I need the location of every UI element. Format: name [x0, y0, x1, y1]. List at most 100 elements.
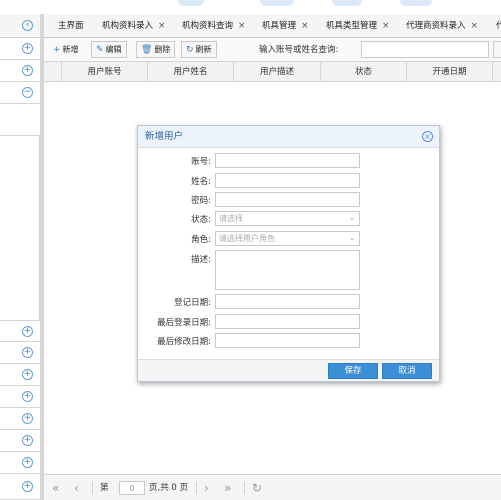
tab-label: 代理商资料录入 — [406, 21, 466, 31]
refresh-button[interactable]: ↻ 刷新 — [181, 41, 217, 58]
sidebar-header: ‹ — [0, 14, 40, 38]
close-circle-icon[interactable]: × — [422, 131, 433, 142]
plus-circle-icon[interactable]: + — [22, 481, 33, 492]
role-label: 角色: — [191, 235, 211, 245]
banner-decoration — [260, 0, 294, 6]
role-select[interactable]: 请选择用户角色 ⌄ — [215, 231, 360, 246]
column-header-description[interactable]: 用户描述 — [233, 62, 320, 82]
sidebar-section[interactable]: + — [0, 408, 40, 430]
banner-decoration — [400, 0, 432, 6]
account-label: 账号: — [191, 157, 211, 167]
add-user-dialog: 新增用户 × 账号: 姓名: 密码: 状态: 请选择 ⌄ 角色: 请选择用户角色… — [137, 125, 440, 382]
search-button[interactable] — [493, 41, 501, 58]
column-header-name[interactable]: 用户姓名 — [147, 62, 233, 82]
column-header-account[interactable]: 用户账号 — [61, 62, 147, 82]
register-date-field[interactable] — [215, 294, 360, 309]
refresh-icon: ↻ — [186, 45, 194, 55]
chevron-left-circle-icon[interactable]: ‹ — [22, 20, 33, 31]
next-page-icon[interactable]: › — [204, 475, 209, 500]
tab-label: 机构资料录入 — [102, 21, 154, 31]
tab-org-query[interactable]: 机构资料查询 × — [182, 14, 246, 38]
password-field[interactable] — [215, 192, 360, 207]
close-icon[interactable]: × — [382, 21, 390, 31]
tab-home[interactable]: 主界面 — [58, 14, 84, 38]
description-field[interactable] — [215, 250, 360, 290]
sidebar-section[interactable]: + — [0, 386, 40, 408]
plus-circle-icon[interactable]: + — [22, 457, 33, 468]
delete-button[interactable]: 🗑 删除 — [136, 41, 176, 58]
account-field[interactable] — [215, 153, 360, 168]
role-placeholder: 请选择用户角色 — [219, 234, 275, 243]
column-header-filler — [492, 62, 501, 82]
close-icon[interactable]: × — [238, 21, 246, 31]
last-login-date-label: 最后登录日期: — [157, 318, 211, 328]
pager-separator — [92, 482, 93, 494]
tab-device-type-mgmt[interactable]: 机具类型管理 × — [326, 14, 390, 38]
sidebar-section[interactable]: + — [0, 474, 40, 500]
name-field[interactable] — [215, 173, 360, 188]
sidebar-section[interactable]: + — [0, 452, 40, 474]
dialog-title: 新增用户 — [145, 131, 184, 142]
status-label: 状态: — [191, 215, 211, 225]
tab-overflow[interactable]: 代 — [496, 14, 501, 38]
plus-circle-icon[interactable]: + — [22, 43, 33, 54]
minus-circle-icon[interactable]: − — [22, 87, 33, 98]
sidebar: ‹ + + − + + + + + + + + — [0, 14, 40, 500]
tab-label: 机具类型管理 — [326, 21, 378, 31]
plus-circle-icon[interactable]: + — [22, 391, 33, 402]
last-modified-date-label: 最后修改日期: — [157, 337, 211, 347]
refresh-page-icon[interactable]: ↻ — [252, 475, 262, 500]
tab-org-entry[interactable]: 机构资料录入 × — [102, 14, 166, 38]
plus-circle-icon[interactable]: + — [22, 413, 33, 424]
chevron-down-icon: ⌄ — [349, 234, 355, 242]
sidebar-section[interactable]: + — [0, 430, 40, 452]
sidebar-section[interactable]: + — [0, 38, 40, 60]
status-select[interactable]: 请选择 ⌄ — [215, 211, 360, 226]
last-modified-date-field[interactable] — [215, 333, 360, 348]
column-header-status[interactable]: 状态 — [320, 62, 406, 82]
cancel-button[interactable]: 取消 — [382, 363, 432, 379]
add-button[interactable]: + 新增 — [48, 41, 84, 58]
trash-icon: 🗑 — [141, 45, 153, 55]
page-label: 第 — [100, 483, 109, 493]
plus-circle-icon[interactable]: + — [22, 65, 33, 76]
close-icon[interactable]: × — [471, 21, 479, 31]
close-icon[interactable]: × — [158, 21, 166, 31]
sidebar-section[interactable]: + — [0, 364, 40, 386]
sidebar-section[interactable]: + — [0, 342, 40, 364]
plus-circle-icon[interactable]: + — [22, 435, 33, 446]
plus-circle-icon[interactable]: + — [22, 326, 33, 337]
first-page-icon[interactable]: « — [52, 475, 59, 500]
save-button[interactable]: 保存 — [328, 363, 378, 379]
name-label: 姓名: — [191, 177, 211, 187]
grid-header: 用户账号 用户姓名 用户描述 状态 开通日期 — [44, 62, 501, 82]
sidebar-section[interactable]: + — [0, 60, 40, 82]
dialog-header[interactable]: 新增用户 × — [138, 126, 439, 148]
page-number-input[interactable] — [119, 481, 145, 495]
password-label: 密码: — [191, 196, 211, 206]
tab-agent-entry[interactable]: 代理商资料录入 × — [406, 14, 478, 38]
pager-separator — [196, 482, 197, 494]
last-page-icon[interactable]: » — [224, 475, 231, 500]
sidebar-section-expanded[interactable]: − — [0, 82, 40, 104]
last-login-date-field[interactable] — [215, 314, 360, 329]
close-icon[interactable]: × — [301, 21, 309, 31]
prev-page-icon[interactable]: ‹ — [74, 475, 79, 500]
tab-label: 机具管理 — [262, 21, 297, 31]
edit-button[interactable]: ✎ 编辑 — [91, 41, 127, 58]
pagination-bar: « ‹ 第 页,共 0 页 › » ↻ — [44, 474, 501, 500]
plus-circle-icon[interactable]: + — [22, 369, 33, 380]
search-input[interactable] — [361, 41, 489, 58]
dialog-footer: 保存 取消 — [138, 359, 439, 381]
search-label: 输入账号或姓名查询: — [259, 45, 339, 55]
tab-label: 主界面 — [58, 21, 84, 31]
column-header-open-date[interactable]: 开通日期 — [406, 62, 492, 82]
plus-circle-icon[interactable]: + — [22, 347, 33, 358]
add-label: 新增 — [62, 45, 79, 54]
banner-decoration — [178, 0, 204, 6]
sidebar-section[interactable]: + — [0, 320, 40, 342]
tab-device-mgmt[interactable]: 机具管理 × — [262, 14, 309, 38]
description-label: 描述: — [191, 255, 211, 265]
pager-separator — [244, 482, 245, 494]
edit-icon: ✎ — [96, 45, 104, 55]
